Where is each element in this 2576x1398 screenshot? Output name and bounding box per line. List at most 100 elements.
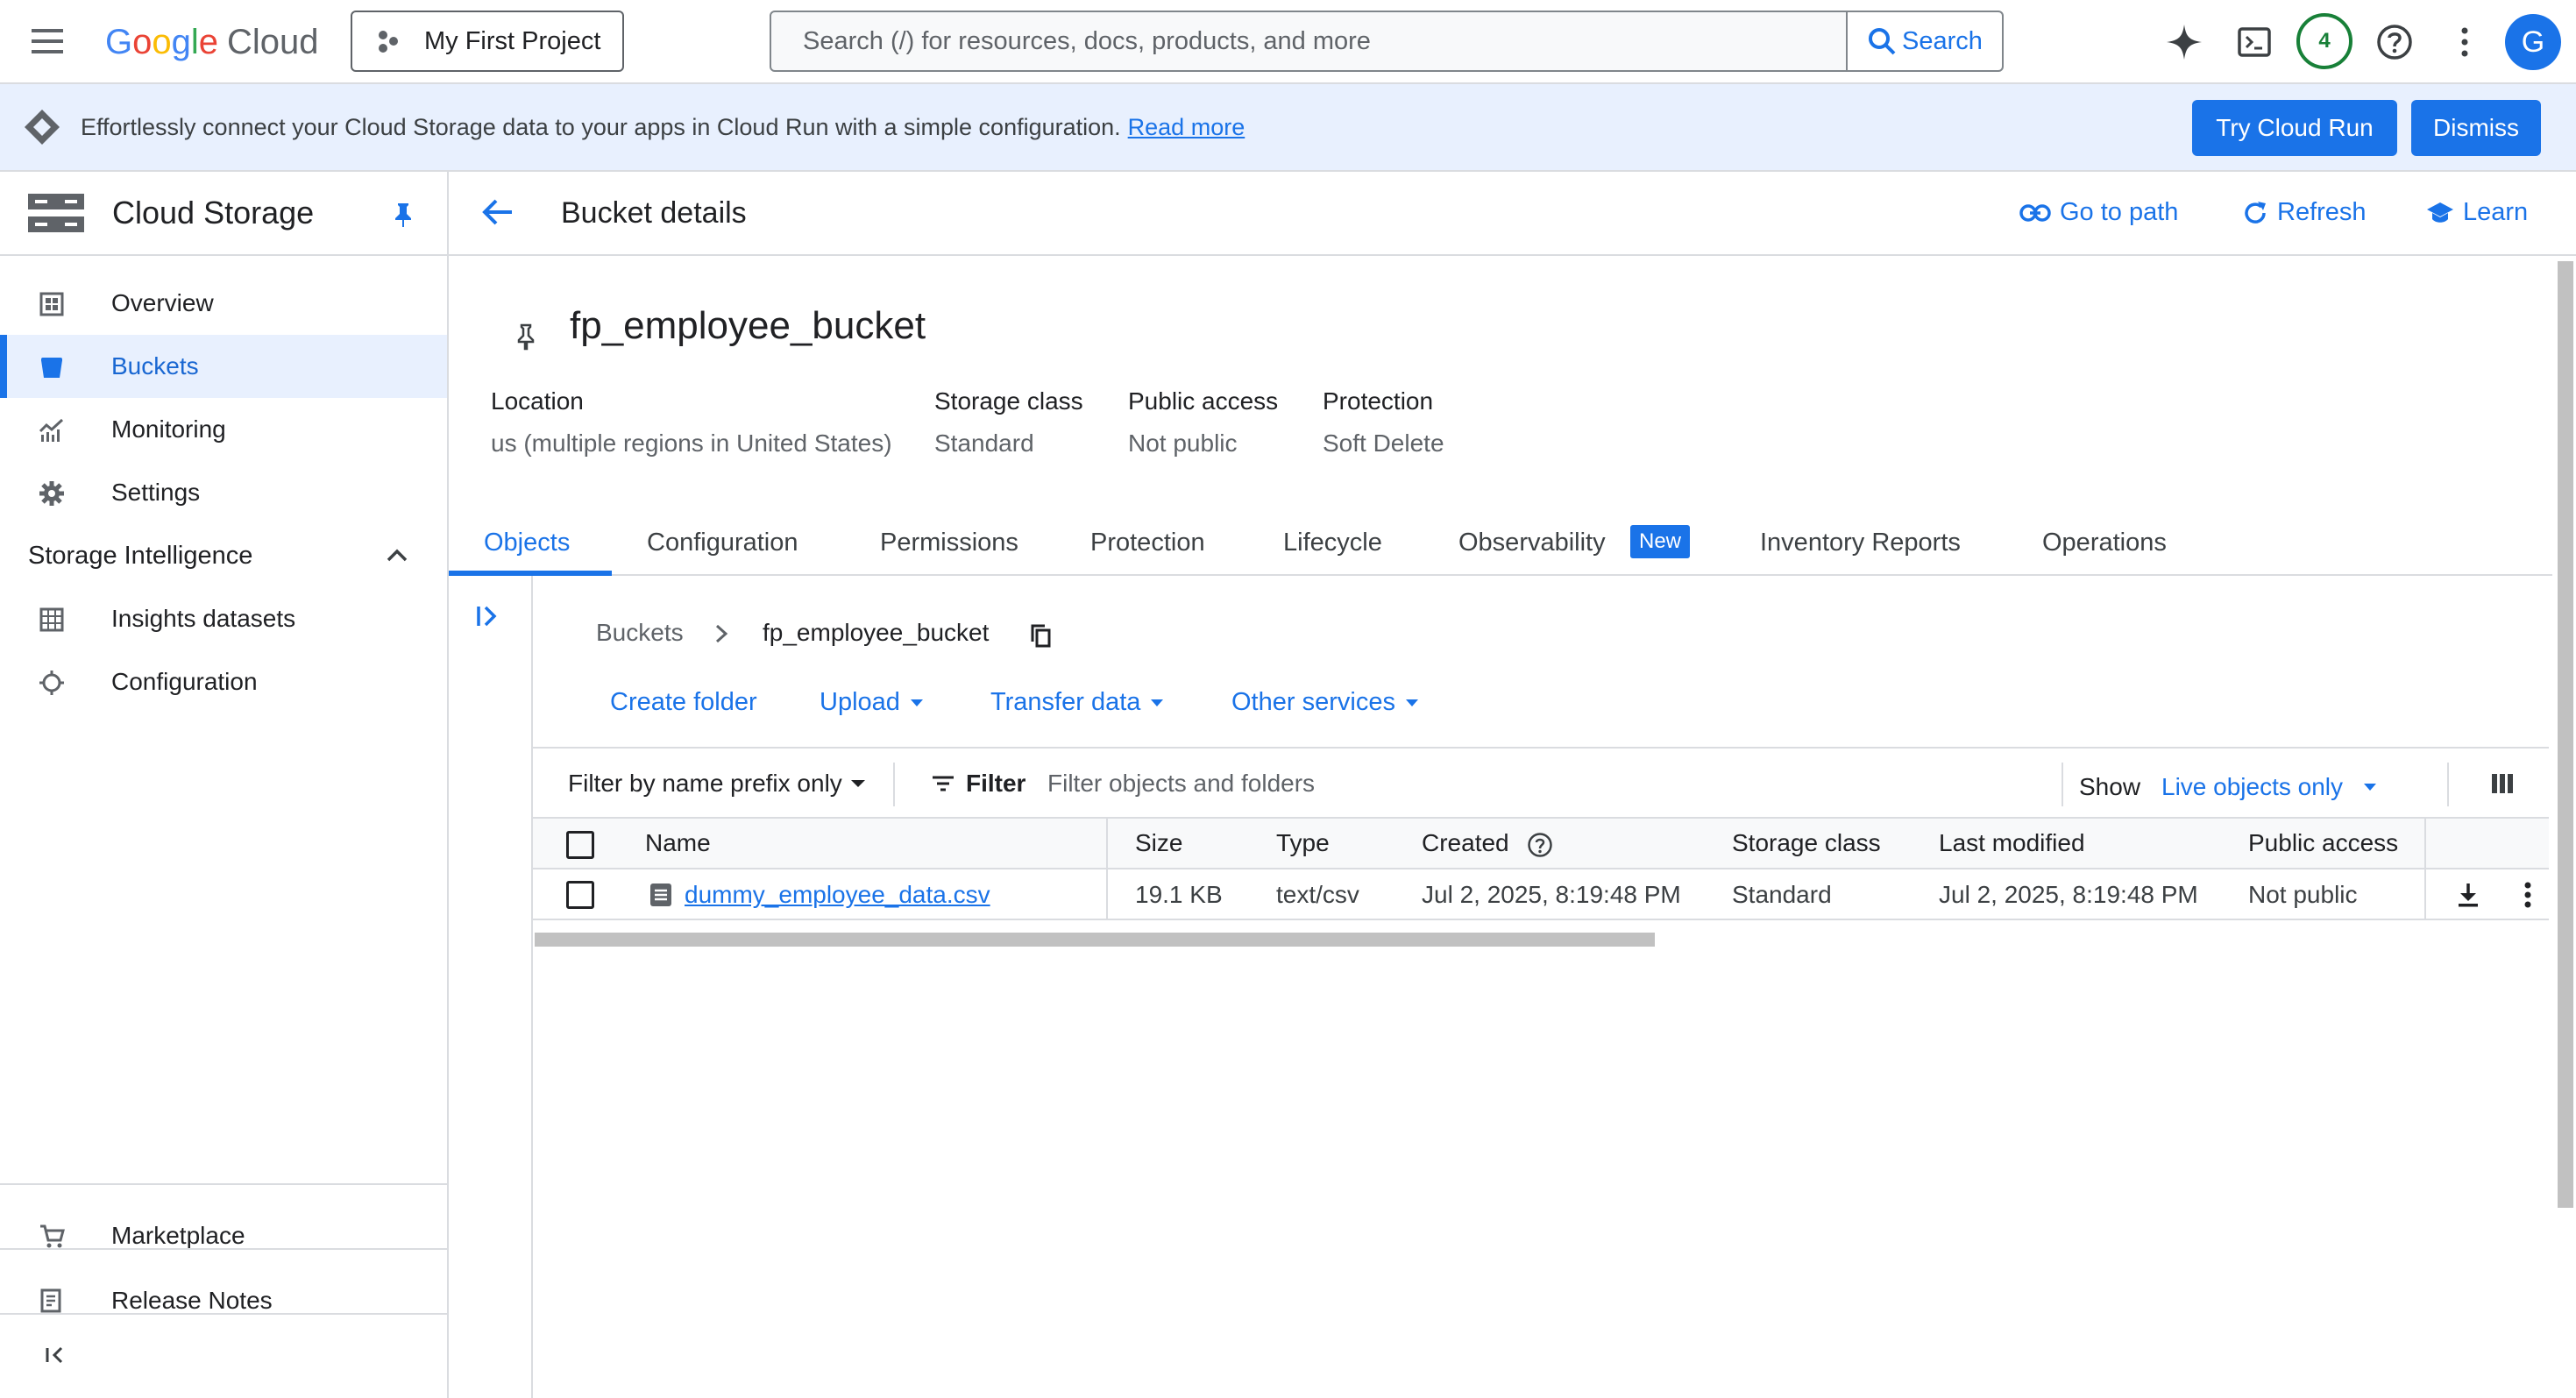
upload-button[interactable]: Upload [820,688,925,717]
location-label: Location [491,387,584,415]
cart-icon [40,1224,65,1248]
try-cloud-run-button[interactable]: Try Cloud Run [2192,100,2397,156]
column-display-icon[interactable] [2491,773,2514,794]
public-access-value: Not public [1128,429,1238,457]
breadcrumb-buckets[interactable]: Buckets [596,619,684,647]
filter-input[interactable]: Filter objects and folders [1047,770,1315,798]
tab-configuration[interactable]: Configuration [647,529,798,557]
dropdown-arrow-icon [1151,699,1164,706]
filter-button[interactable]: Filter [931,770,1025,798]
chevron-up-icon[interactable] [386,547,408,563]
cloud-shell-icon[interactable] [2232,19,2277,65]
pin-outline-icon[interactable] [514,323,537,351]
create-folder-button[interactable]: Create folder [610,688,757,717]
tab-protection[interactable]: Protection [1090,529,1205,557]
horizontal-scrollbar[interactable] [535,933,1655,947]
object-type: text/csv [1276,881,1359,908]
banner-text: Effortlessly connect your Cloud Storage … [81,113,1121,140]
object-size: 19.1 KB [1135,881,1223,908]
sidebar-item-monitoring[interactable]: Monitoring [0,398,447,461]
project-name: My First Project [424,26,601,55]
filter-bar: Filter by name prefix only Filter Filter… [533,747,2549,819]
help-icon[interactable] [1527,832,1553,858]
sidebar-item-settings[interactable]: Settings [0,461,447,524]
sidebar-item-marketplace[interactable]: Marketplace [0,1213,447,1259]
tab-permissions[interactable]: Permissions [880,529,1018,557]
storage-class-label: Storage class [934,387,1083,415]
read-more-link[interactable]: Read more [1128,114,1245,141]
school-icon [2427,202,2453,223]
config-icon [39,671,64,695]
bucket-icon [41,358,62,378]
sidebar-item-configuration[interactable]: Configuration [0,650,447,713]
tab-objects[interactable]: Objects [484,529,570,557]
sidebar-item-release-notes[interactable]: Release Notes [0,1278,447,1323]
sidebar-item-insights-datasets[interactable]: Insights datasets [0,587,447,650]
sidebar-item-overview[interactable]: Overview [0,272,447,335]
column-divider [2424,869,2426,920]
refresh-button[interactable]: Refresh [2242,198,2367,227]
file-icon [650,884,671,906]
gemini-icon[interactable] [2161,19,2207,65]
show-label: Show [2079,773,2141,800]
new-badge: New [1630,525,1691,558]
row-more-icon[interactable] [2523,881,2533,909]
column-size[interactable]: Size [1135,829,1182,857]
search-button[interactable]: Search [1846,12,2002,70]
column-divider [2424,819,2426,869]
dataset-icon [39,607,64,632]
search-input[interactable]: Search (/) for resources, docs, products… [771,27,1846,56]
column-last-modified[interactable]: Last modified [1939,829,2085,857]
protection-value: Soft Delete [1323,429,1444,457]
dismiss-button[interactable]: Dismiss [2411,100,2541,156]
filter-mode-select[interactable]: Filter by name prefix only [568,770,867,798]
object-public-access: Not public [2248,881,2358,908]
back-arrow-icon[interactable] [480,196,515,228]
sidebar-item-buckets[interactable]: Buckets [0,335,447,398]
object-created: Jul 2, 2025, 8:19:48 PM [1422,881,1681,908]
show-select[interactable]: Live objects only [2161,773,2378,801]
promo-banner: Effortlessly connect your Cloud Storage … [0,84,2576,172]
help-icon[interactable] [2372,19,2417,65]
tab-operations[interactable]: Operations [2042,529,2167,557]
other-services-button[interactable]: Other services [1231,688,1420,717]
column-created[interactable]: Created [1422,829,1509,857]
more-options-icon[interactable] [2442,19,2487,65]
google-cloud-logo[interactable]: Google Cloud [105,16,319,68]
object-storage-class: Standard [1732,881,1832,908]
table-row[interactable]: dummy_employee_data.csv 19.1 KB text/csv… [533,869,2549,920]
pin-icon[interactable] [392,202,415,228]
search-icon [1869,28,1896,55]
transfer-data-button[interactable]: Transfer data [990,688,1165,717]
sidebar: Cloud Storage Overview Buckets Monitorin… [0,172,449,1398]
sidebar-divider [0,1248,447,1250]
storage-intelligence-header[interactable]: Storage Intelligence [28,542,252,571]
monitoring-icon [39,418,64,442]
notifications-badge[interactable]: 4 [2296,13,2352,69]
row-checkbox[interactable] [566,881,594,909]
column-public-access[interactable]: Public access [2248,829,2398,857]
protection-label: Protection [1323,387,1434,415]
tab-observability[interactable]: Observability [1458,529,1606,557]
column-storage-class[interactable]: Storage class [1732,829,1881,857]
copy-icon[interactable] [1029,622,1054,650]
project-picker[interactable]: My First Project [351,11,624,72]
select-all-checkbox[interactable] [566,831,594,859]
tab-lifecycle[interactable]: Lifecycle [1283,529,1382,557]
object-name-link[interactable]: dummy_employee_data.csv [685,881,990,909]
column-type[interactable]: Type [1276,829,1330,857]
sidebar-header: Cloud Storage [0,172,447,256]
go-to-path-button[interactable]: Go to path [2019,198,2178,227]
download-icon[interactable] [2457,882,2480,908]
divider [893,763,895,806]
main-menu-icon[interactable] [28,24,67,59]
vertical-scrollbar[interactable] [2558,261,2573,1208]
learn-button[interactable]: Learn [2426,198,2528,227]
tab-inventory-reports[interactable]: Inventory Reports [1760,529,1961,557]
column-name[interactable]: Name [645,829,711,857]
avatar[interactable]: G [2505,14,2561,70]
collapse-sidebar-icon[interactable] [44,1345,67,1365]
tab-bar: Objects Configuration Permissions Protec… [449,513,2552,576]
expand-panel-icon[interactable] [475,604,501,628]
bucket-name: fp_employee_bucket [570,304,926,347]
